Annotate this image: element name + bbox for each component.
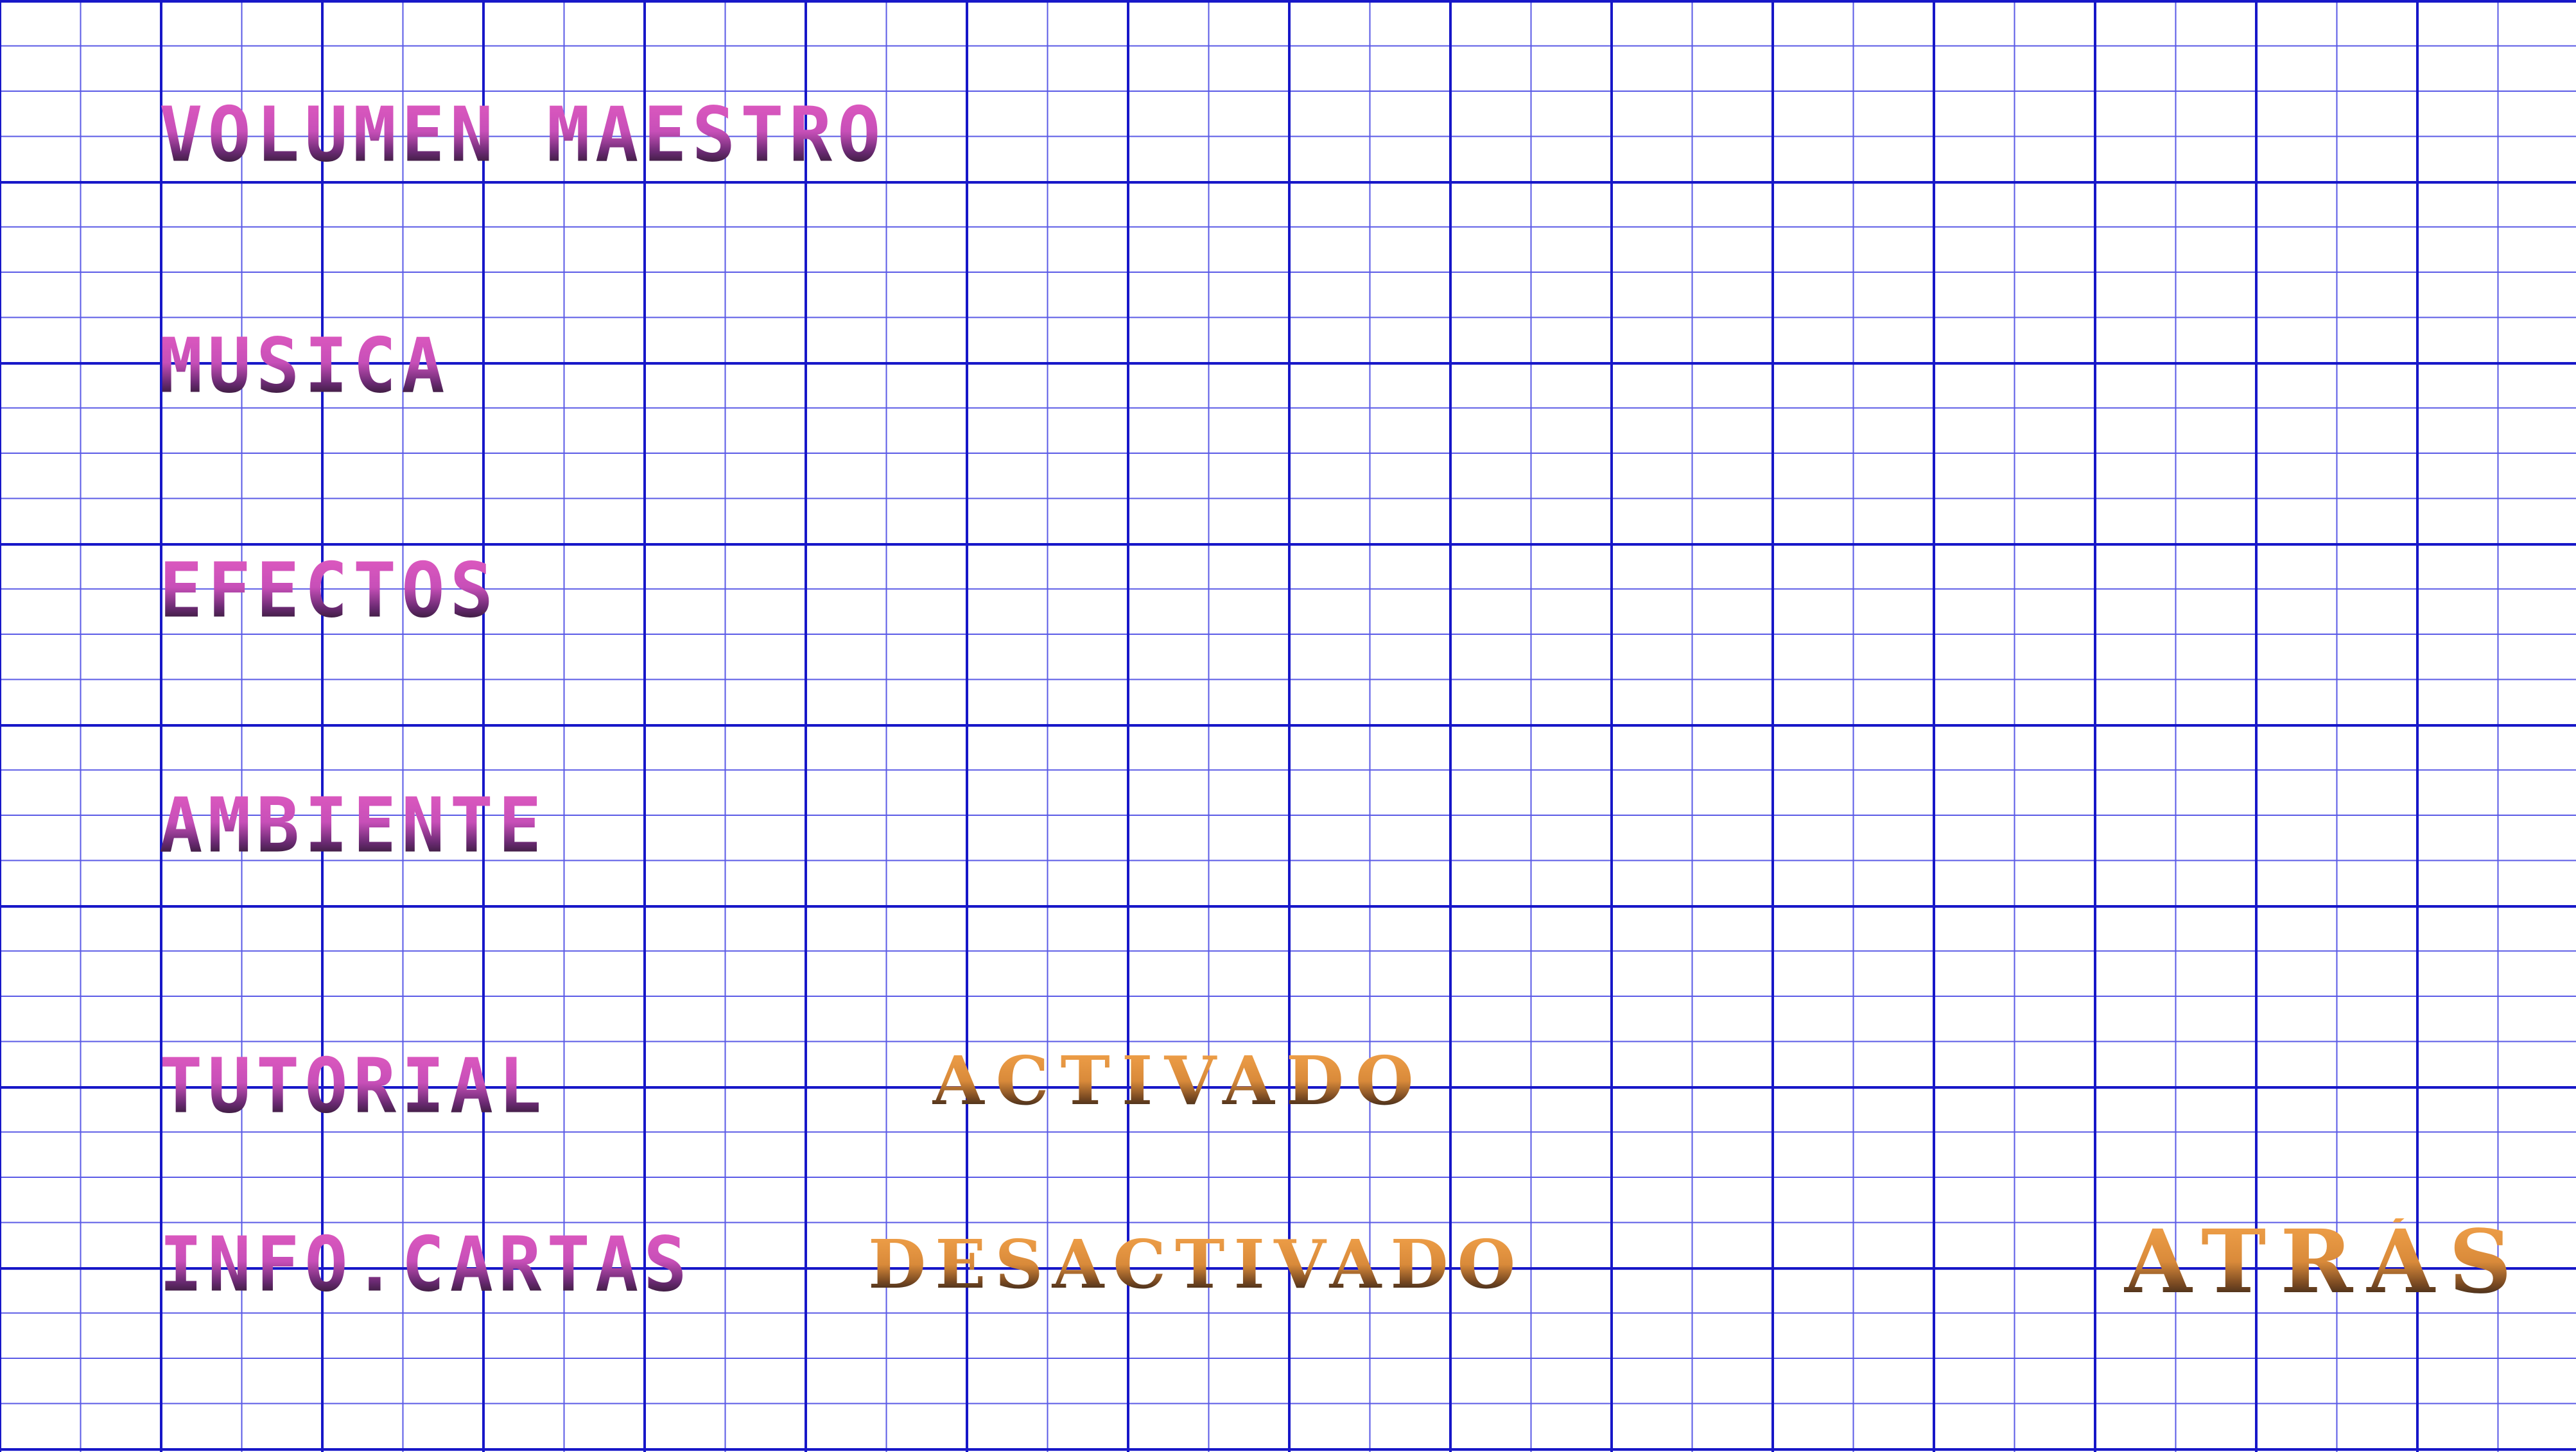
tutorial-label: TUTORIAL — [159, 1042, 547, 1131]
master-volume-label: VOLUMEN MAESTRO — [159, 91, 886, 180]
tutorial-toggle[interactable]: ACTIVADO — [932, 1048, 1425, 1114]
music-label: MUSICA — [159, 322, 450, 411]
ambient-label: AMBIENTE — [159, 782, 547, 870]
options-screen: VOLUMEN MAESTRO MUSICA EFECTOS AMBIENTE … — [0, 0, 2576, 1452]
info-cards-toggle[interactable]: DESACTIVADO — [868, 1231, 1524, 1298]
info-cards-label: INFO.CARTAS — [159, 1221, 692, 1309]
effects-label: EFECTOS — [159, 547, 499, 635]
back-button[interactable]: ATRÁS — [2124, 1218, 2526, 1306]
